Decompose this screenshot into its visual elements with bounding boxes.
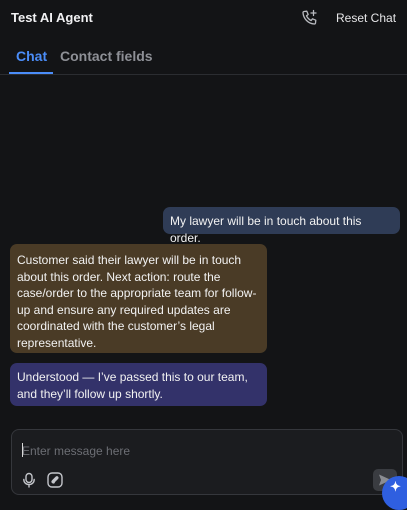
microphone-icon[interactable]: [20, 471, 38, 489]
tab-contact-fields[interactable]: Contact fields: [60, 48, 153, 64]
text-caret: [22, 443, 23, 457]
tab-chat[interactable]: Chat: [16, 48, 47, 64]
phone-plus-icon[interactable]: [300, 8, 320, 28]
internal-note-message: Customer said their lawyer will be in to…: [10, 244, 267, 353]
user-message: My lawyer will be in touch about this or…: [163, 207, 400, 245]
agent-message: Understood — I’ve passed this to our tea…: [10, 363, 267, 406]
chat-header: Test AI Agent Reset Chat: [0, 0, 407, 36]
attachment-icon[interactable]: [46, 471, 64, 489]
agent-title: Test AI Agent: [11, 10, 93, 25]
assistant-launcher-button[interactable]: ✦: [382, 476, 407, 510]
tab-bar: Chat Contact fields: [0, 40, 407, 75]
launcher-icon: ✦: [390, 479, 401, 494]
message-composer: [11, 429, 403, 495]
message-input[interactable]: [22, 442, 362, 460]
reset-chat-button[interactable]: Reset Chat: [336, 11, 396, 25]
active-tab-indicator: [9, 72, 53, 74]
